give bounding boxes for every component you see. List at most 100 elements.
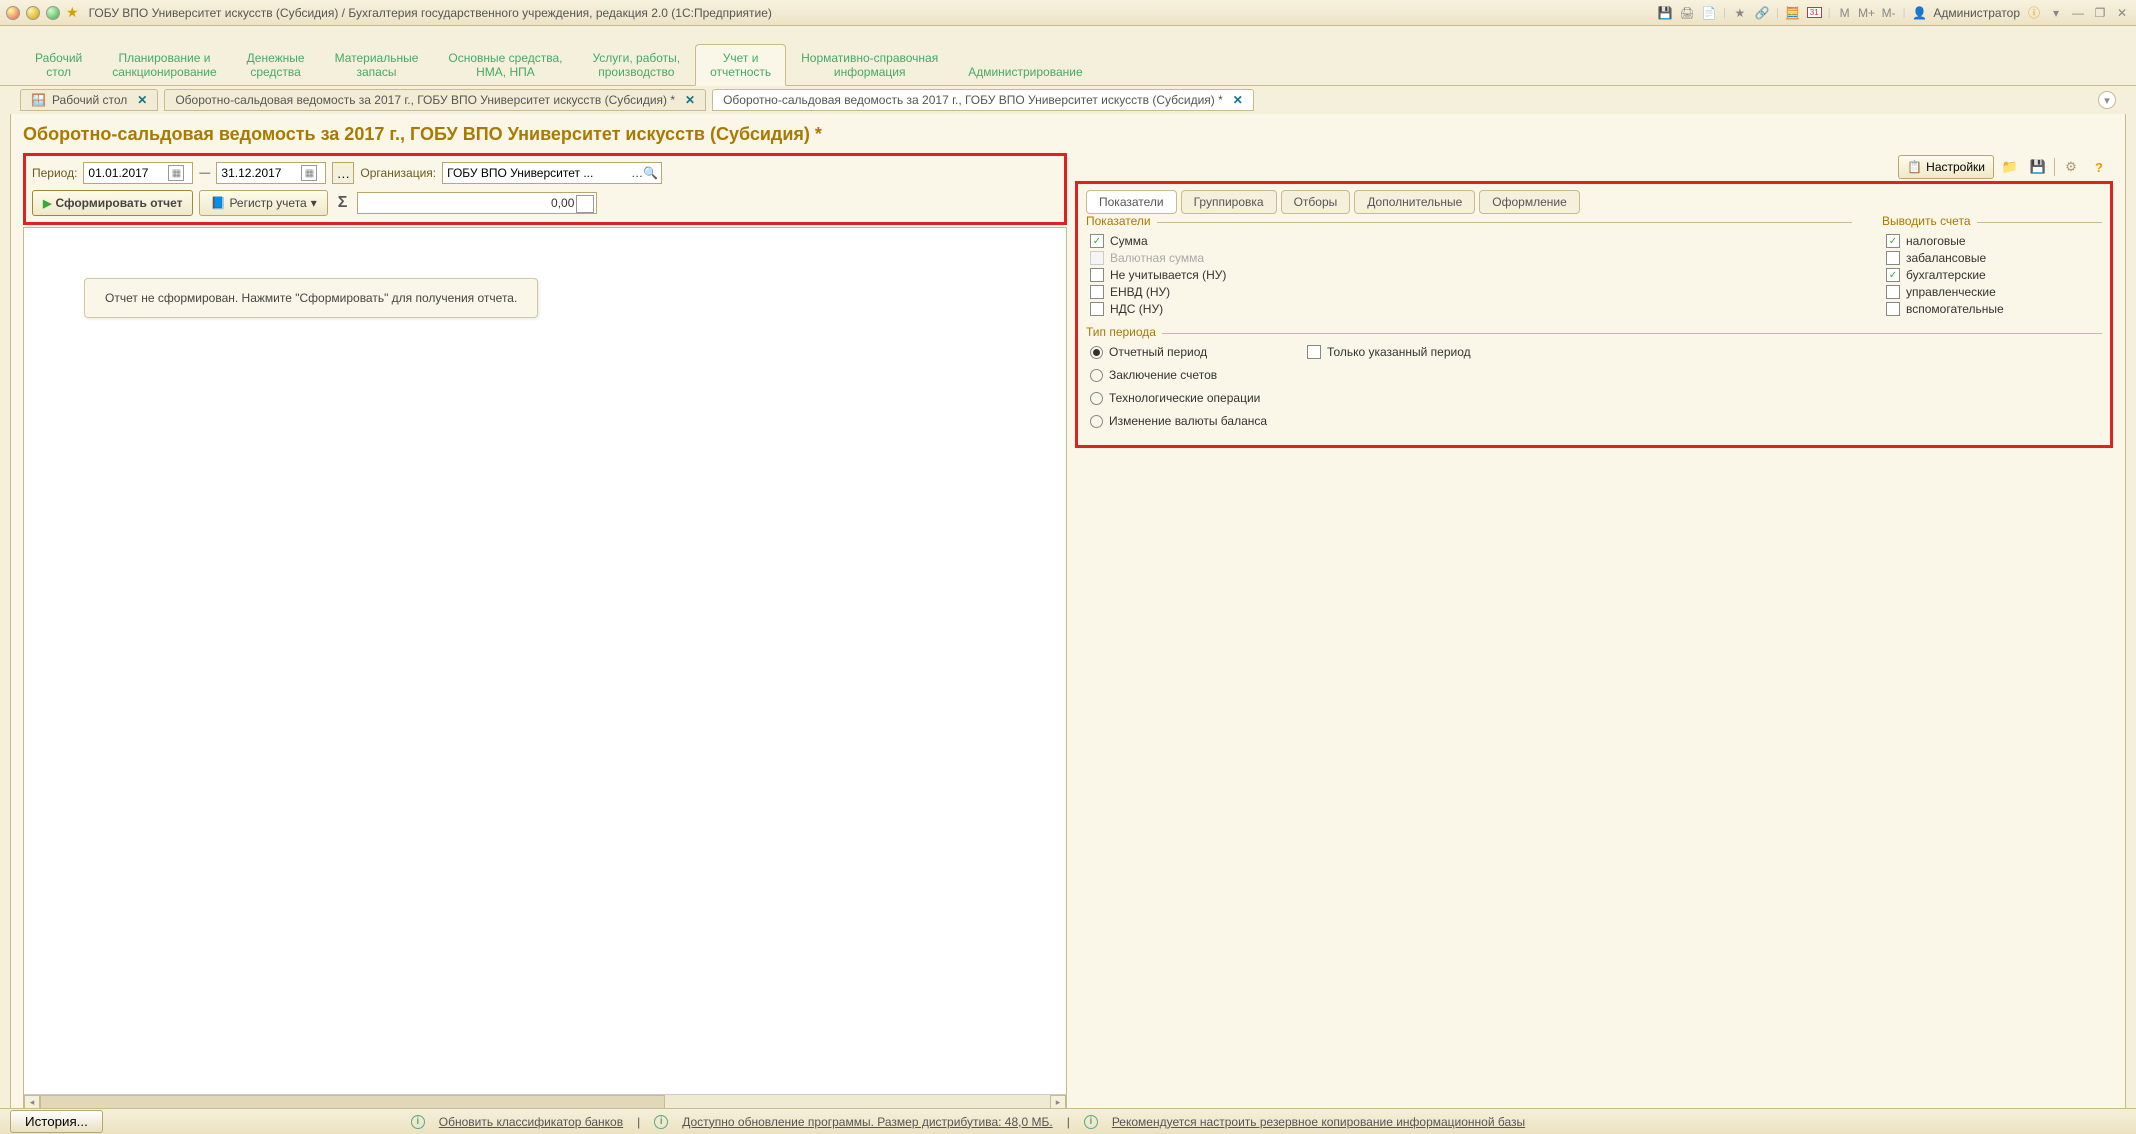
- save-icon[interactable]: 💾: [1657, 5, 1673, 21]
- radio-icon[interactable]: [1090, 346, 1103, 359]
- window-tab[interactable]: Оборотно-сальдовая ведомость за 2017 г.,…: [164, 89, 706, 111]
- settings-tab[interactable]: Дополнительные: [1354, 190, 1475, 214]
- section-tab[interactable]: Рабочийстол: [20, 44, 97, 85]
- window-tab[interactable]: Оборотно-сальдовая ведомость за 2017 г.,…: [712, 89, 1254, 111]
- checkbox-icon[interactable]: [1886, 268, 1900, 282]
- date-to-input[interactable]: ▦: [216, 162, 326, 184]
- org-ellipsis-icon[interactable]: …: [631, 166, 643, 180]
- checkbox-icon[interactable]: [1886, 234, 1900, 248]
- checkbox-icon[interactable]: [1886, 251, 1900, 265]
- window-min-icon[interactable]: [26, 6, 40, 20]
- period-type-radio[interactable]: Отчетный период: [1090, 345, 1267, 359]
- account-checkbox[interactable]: налоговые: [1886, 234, 2098, 248]
- section-tab[interactable]: Нормативно-справочнаяинформация: [786, 44, 953, 85]
- play-icon: ▶: [43, 197, 51, 210]
- info-icon: i: [1084, 1115, 1098, 1129]
- mplus-icon[interactable]: M+: [1859, 5, 1875, 21]
- indicator-checkbox[interactable]: ЕНВД (НУ): [1090, 285, 1848, 299]
- window-tab[interactable]: 🪟Рабочий стол✕: [20, 89, 158, 111]
- radio-icon[interactable]: [1090, 392, 1103, 405]
- search-icon[interactable]: 🔍: [643, 166, 657, 180]
- section-tab[interactable]: Учет иотчетность: [695, 44, 786, 86]
- settings-tab[interactable]: Показатели: [1086, 190, 1177, 214]
- account-checkbox[interactable]: забалансовые: [1886, 251, 2098, 265]
- favorite-icon[interactable]: ★: [66, 4, 79, 21]
- calendar-to-icon[interactable]: ▦: [301, 165, 317, 181]
- scroll-left-icon[interactable]: ◂: [24, 1095, 40, 1109]
- sum-input[interactable]: 0,00: [357, 192, 597, 214]
- statusbar: История... i Обновить классификатор банк…: [0, 1108, 2136, 1134]
- info-icon[interactable]: ⓘ: [2026, 5, 2042, 21]
- settings-tab[interactable]: Группировка: [1181, 190, 1277, 214]
- checkbox-icon[interactable]: [1886, 302, 1900, 316]
- sigma-icon[interactable]: Σ: [334, 194, 352, 212]
- window-max-icon[interactable]: [46, 6, 60, 20]
- date-to-field[interactable]: [221, 166, 301, 180]
- settings-tab[interactable]: Отборы: [1281, 190, 1351, 214]
- checkbox-icon[interactable]: [1307, 345, 1321, 359]
- indicator-checkbox[interactable]: Не учитывается (НУ): [1090, 268, 1848, 282]
- close-icon[interactable]: ✕: [1233, 93, 1243, 107]
- checkbox-icon[interactable]: [1090, 268, 1104, 282]
- org-field[interactable]: [447, 166, 631, 180]
- doc-icon[interactable]: 📄: [1701, 5, 1717, 21]
- checkbox-icon[interactable]: [1886, 285, 1900, 299]
- window-close-icon[interactable]: [6, 6, 20, 20]
- status-link-2[interactable]: Доступно обновление программы. Размер ди…: [682, 1115, 1052, 1129]
- print-icon[interactable]: 🖨: [1679, 5, 1695, 21]
- indicator-checkbox[interactable]: НДС (НУ): [1090, 302, 1848, 316]
- date-from-input[interactable]: ▦: [83, 162, 193, 184]
- account-checkbox[interactable]: бухгалтерские: [1886, 268, 2098, 282]
- status-link-3[interactable]: Рекомендуется настроить резервное копиро…: [1112, 1115, 1525, 1129]
- org-input[interactable]: … 🔍: [442, 162, 662, 184]
- dropdown-icon[interactable]: ▾: [2048, 5, 2064, 21]
- chevron-down-icon[interactable]: ▾: [2098, 91, 2116, 109]
- section-tab[interactable]: Материальныезапасы: [320, 44, 434, 85]
- section-tab[interactable]: Планирование исанкционирование: [97, 44, 231, 85]
- close-icon[interactable]: ✕: [685, 93, 695, 107]
- checkbox-icon[interactable]: [1090, 234, 1104, 248]
- star-icon[interactable]: ★: [1732, 5, 1748, 21]
- folder-gear-icon[interactable]: 📁: [1998, 155, 2022, 179]
- indicator-checkbox[interactable]: Сумма: [1090, 234, 1848, 248]
- status-link-1[interactable]: Обновить классификатор банков: [439, 1115, 623, 1129]
- history-button[interactable]: История...: [10, 1110, 103, 1133]
- section-tab[interactable]: Администрирование: [953, 58, 1097, 85]
- checkbox-icon[interactable]: [1090, 302, 1104, 316]
- m-icon[interactable]: M: [1837, 5, 1853, 21]
- period-only-checkbox[interactable]: Только указанный период: [1307, 345, 1471, 359]
- user-name[interactable]: Администратор: [1933, 6, 2020, 20]
- checkbox-icon[interactable]: [1090, 285, 1104, 299]
- sys-min-icon[interactable]: —: [2070, 5, 2086, 21]
- scroll-right-icon[interactable]: ▸: [1050, 1095, 1066, 1109]
- calendar-from-icon[interactable]: ▦: [168, 165, 184, 181]
- section-tab[interactable]: Услуги, работы,производство: [577, 44, 695, 85]
- sys-restore-icon[interactable]: ❐: [2092, 5, 2108, 21]
- close-icon[interactable]: ✕: [137, 93, 147, 107]
- save-settings-icon[interactable]: 💾: [2026, 155, 2050, 179]
- date-from-field[interactable]: [88, 166, 168, 180]
- calendar-icon[interactable]: 31: [1807, 7, 1822, 18]
- register-button[interactable]: 📘 Регистр учета ▾: [199, 190, 327, 216]
- settings-button[interactable]: 📋 Настройки: [1898, 155, 1994, 179]
- section-tab[interactable]: Основные средства,НМА, НПА: [433, 44, 577, 85]
- account-checkbox[interactable]: управленческие: [1886, 285, 2098, 299]
- scroll-thumb[interactable]: [40, 1095, 665, 1109]
- radio-icon[interactable]: [1090, 369, 1103, 382]
- help-icon[interactable]: ?: [2087, 155, 2111, 179]
- form-report-button[interactable]: ▶ Сформировать отчет: [32, 190, 193, 216]
- mminus-icon[interactable]: M-: [1881, 5, 1897, 21]
- period-type-radio[interactable]: Заключение счетов: [1090, 368, 1267, 382]
- period-ellipsis-button[interactable]: …: [332, 162, 354, 184]
- period-type-fieldset: Тип периода Отчетный периодЗаключение сч…: [1086, 333, 2102, 435]
- period-type-radio[interactable]: Технологические операции: [1090, 391, 1267, 405]
- section-tab[interactable]: Денежныесредства: [232, 44, 320, 85]
- radio-icon[interactable]: [1090, 415, 1103, 428]
- period-type-radio[interactable]: Изменение валюты баланса: [1090, 414, 1267, 428]
- link-icon[interactable]: 🔗: [1754, 5, 1770, 21]
- account-checkbox[interactable]: вспомогательные: [1886, 302, 2098, 316]
- sys-close-icon[interactable]: ✕: [2114, 5, 2130, 21]
- calc-icon[interactable]: 🧮: [1785, 5, 1801, 21]
- gear-icon[interactable]: ⚙: [2059, 155, 2083, 179]
- settings-tab[interactable]: Оформление: [1479, 190, 1579, 214]
